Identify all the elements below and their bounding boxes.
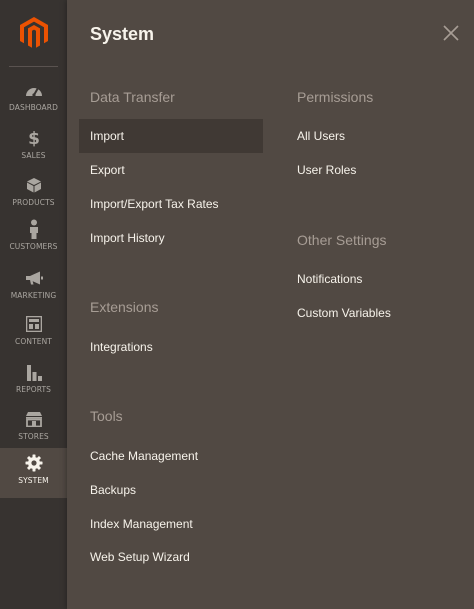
nav-item-sales[interactable]: $ SALES: [0, 123, 67, 170]
menu-link-import-export-tax-rates[interactable]: Import/Export Tax Rates: [90, 187, 219, 221]
section-title-extensions: Extensions: [90, 299, 159, 315]
nav-label-system: SYSTEM: [18, 476, 49, 485]
panel-title: System: [90, 24, 155, 44]
section-title-permissions: Permissions: [297, 89, 374, 105]
main-nav: DASHBOARD $ SALES PRODUCTS CUSTOMERS MAR…: [0, 0, 67, 609]
menu-link-web-setup-wizard[interactable]: Web Setup Wizard: [90, 540, 190, 574]
layout-icon: [25, 314, 42, 334]
nav-item-marketing[interactable]: MARKETING: [0, 263, 67, 310]
bar-chart-icon: [26, 362, 42, 382]
nav-label-marketing: MARKETING: [10, 291, 57, 300]
nav-item-products[interactable]: PRODUCTS: [0, 170, 67, 217]
dashboard-icon: [25, 80, 43, 100]
nav-label-dashboard: DASHBOARD: [9, 103, 58, 112]
person-icon: [28, 219, 40, 239]
menu-link-index-management[interactable]: Index Management: [90, 507, 193, 541]
nav-label-sales: SALES: [21, 151, 46, 160]
close-button[interactable]: [441, 23, 461, 43]
nav-item-content[interactable]: CONTENT: [0, 309, 67, 356]
nav-item-stores[interactable]: STORES: [0, 404, 67, 451]
nav-label-content: CONTENT: [15, 337, 52, 346]
admin-app: DASHBOARD $ SALES PRODUCTS CUSTOMERS MAR…: [0, 0, 474, 609]
menu-link-import-history[interactable]: Import History: [90, 221, 165, 255]
menu-link-notifications[interactable]: Notifications: [297, 262, 362, 296]
magento-logo[interactable]: [0, 0, 67, 66]
nav-label-reports: REPORTS: [15, 385, 52, 394]
system-menu-panel: System Data Transfer Import Export Impor…: [67, 0, 474, 609]
menu-link-cache-management[interactable]: Cache Management: [90, 439, 198, 473]
menu-link-export[interactable]: Export: [90, 153, 125, 187]
section-title-tools: Tools: [90, 408, 123, 424]
nav-label-customers: CUSTOMERS: [9, 242, 58, 251]
nav-item-dashboard[interactable]: DASHBOARD: [0, 75, 67, 122]
svg-text:$: $: [28, 129, 40, 147]
logo-divider: [9, 66, 58, 67]
menu-link-custom-variables[interactable]: Custom Variables: [297, 296, 391, 330]
dollar-icon: $: [27, 128, 41, 148]
menu-link-import[interactable]: Import: [79, 119, 263, 153]
nav-item-reports[interactable]: REPORTS: [0, 357, 67, 404]
close-icon: [443, 25, 459, 41]
nav-item-customers[interactable]: CUSTOMERS: [0, 214, 67, 261]
gear-icon: [25, 453, 43, 473]
menu-link-all-users[interactable]: All Users: [297, 119, 345, 153]
megaphone-icon: [25, 268, 43, 288]
nav-label-products: PRODUCTS: [12, 198, 55, 207]
menu-link-backups[interactable]: Backups: [90, 473, 136, 507]
section-title-other-settings: Other Settings: [297, 232, 387, 248]
menu-link-user-roles[interactable]: User Roles: [297, 153, 356, 187]
menu-link-integrations[interactable]: Integrations: [90, 330, 153, 364]
magento-logo-icon: [19, 17, 48, 48]
box-icon: [26, 175, 42, 195]
storefront-icon: [25, 409, 43, 429]
nav-item-system[interactable]: SYSTEM: [0, 448, 67, 498]
section-title-data-transfer: Data Transfer: [90, 89, 175, 105]
nav-label-stores: STORES: [18, 432, 49, 441]
